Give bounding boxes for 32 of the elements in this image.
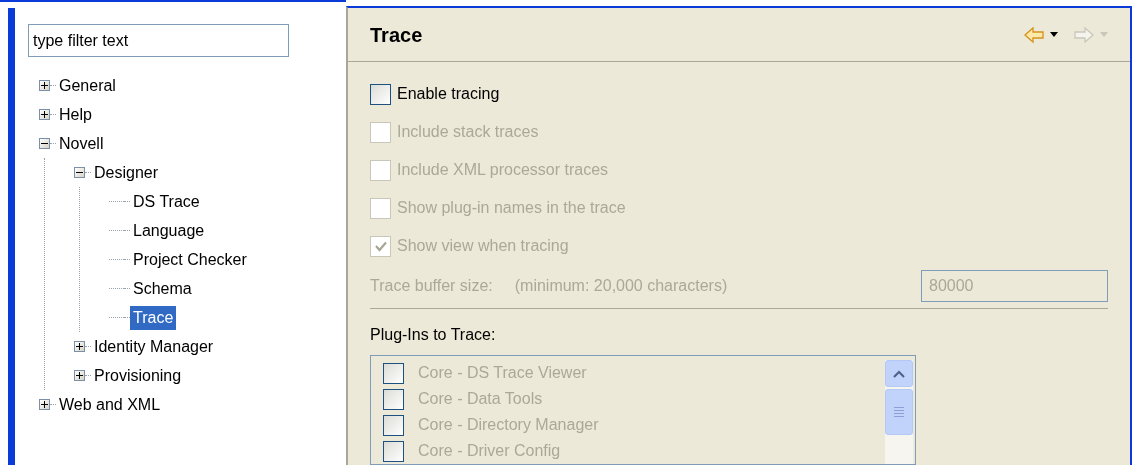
page-title: Trace (370, 22, 423, 48)
option-label: Show plug-in names in the trace (397, 198, 626, 218)
expand-icon[interactable] (74, 370, 85, 381)
expand-icon[interactable] (39, 109, 50, 120)
option-label: Show view when tracing (397, 236, 569, 256)
collapse-icon[interactable] (74, 167, 85, 178)
expand-icon[interactable] (39, 399, 50, 410)
tree-item[interactable]: Novell (56, 131, 107, 156)
tree-item[interactable]: Schema (130, 276, 195, 301)
expand-icon[interactable] (39, 80, 50, 91)
tree-item[interactable]: Web and XML (56, 392, 164, 417)
tree-item[interactable]: Identity Manager (91, 334, 217, 359)
tree-item[interactable]: Language (130, 218, 208, 243)
buffer-label: Trace buffer size: (370, 275, 493, 296)
tree-item[interactable]: DS Trace (130, 189, 203, 214)
checkmark-icon (374, 240, 387, 252)
tree-item[interactable]: Project Checker (130, 247, 250, 272)
plugins-label: Plug-Ins to Trace: (370, 325, 497, 345)
buffer-hint: (minimum: 20,000 characters) (514, 275, 728, 296)
tree-item[interactable]: Provisioning (91, 363, 185, 388)
caret-icon[interactable] (1050, 32, 1058, 37)
option-label: Enable tracing (397, 84, 500, 104)
option-label: Include stack traces (397, 122, 539, 142)
tree-item[interactable]: Trace (130, 305, 177, 330)
collapse-icon[interactable] (39, 138, 50, 149)
filter-field[interactable]: type filter text (28, 24, 289, 57)
tree-item[interactable]: General (56, 73, 119, 98)
tree-item[interactable]: Help (56, 102, 95, 127)
option-label: Include XML processor traces (397, 160, 609, 180)
checkbox[interactable] (370, 83, 391, 105)
expand-icon[interactable] (74, 341, 85, 352)
tree-item[interactable]: Designer (91, 160, 162, 185)
